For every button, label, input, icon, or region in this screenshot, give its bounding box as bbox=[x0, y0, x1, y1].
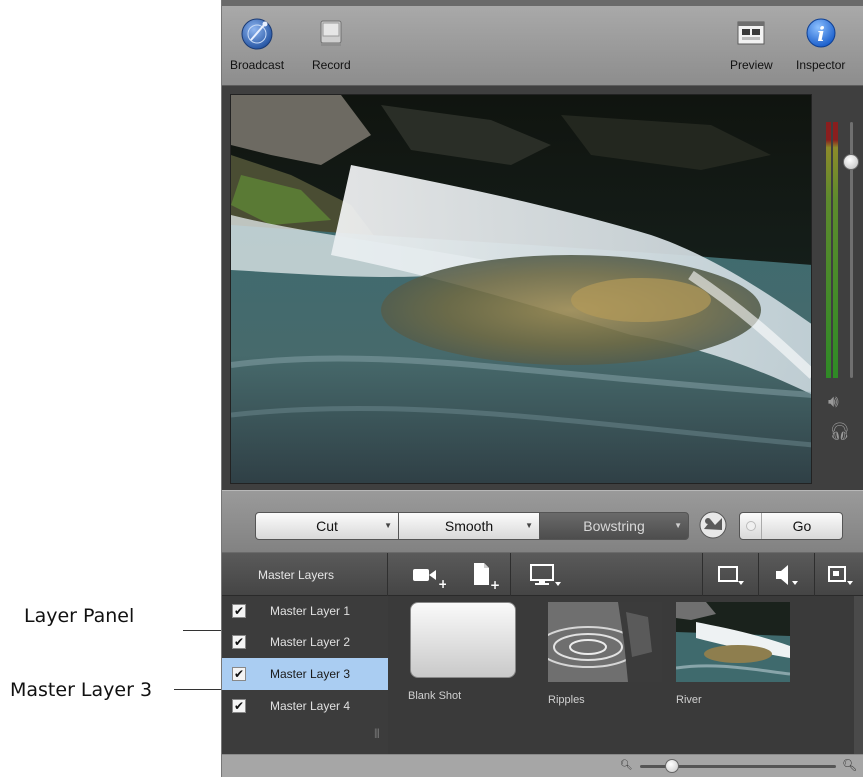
record-label: Record bbox=[312, 58, 351, 72]
zoom-in-icon[interactable]: 🔍︎ bbox=[842, 758, 857, 772]
app-window: Broadcast Record Preview i Inspector 🔊︎ … bbox=[221, 0, 863, 777]
layer-audio-icon[interactable] bbox=[758, 553, 814, 596]
shot-river[interactable]: River bbox=[676, 602, 790, 706]
transition-bowstring[interactable]: Bowstring ▼ bbox=[539, 512, 689, 540]
ripples-thumbnail bbox=[548, 602, 662, 682]
shot-ripples[interactable]: Ripples bbox=[548, 602, 662, 706]
layer-4-checkbox[interactable]: ✔ bbox=[232, 699, 246, 713]
layer-3-checkbox[interactable]: ✔ bbox=[232, 667, 246, 681]
layer-2-checkbox[interactable]: ✔ bbox=[232, 635, 246, 649]
chevron-down-icon: ▼ bbox=[674, 521, 682, 530]
layer-row-2[interactable]: ✔ Master Layer 2 bbox=[222, 627, 388, 657]
svg-text:i: i bbox=[817, 22, 825, 46]
layer-2-label: Master Layer 2 bbox=[270, 635, 351, 649]
shot-blank-label: Blank Shot bbox=[408, 690, 462, 702]
broadcast-button[interactable]: Broadcast bbox=[230, 12, 284, 72]
preview-area: 🔊︎ 🎧︎ bbox=[222, 86, 863, 490]
zoom-out-icon[interactable]: 🔍︎ bbox=[620, 760, 633, 771]
layer-panel: ✔ Master Layer 1 ✔ Master Layer 2 ✔ Mast… bbox=[222, 596, 388, 754]
transition-effects-icon[interactable] bbox=[698, 510, 728, 540]
svg-text:+: + bbox=[438, 577, 446, 589]
info-icon: i bbox=[803, 12, 839, 54]
broadcast-label: Broadcast bbox=[230, 58, 285, 72]
callout-layer-panel: Layer Panel bbox=[24, 605, 135, 627]
shots-scrollbar[interactable] bbox=[854, 596, 863, 754]
master-layers-label: Master Layers bbox=[258, 567, 335, 582]
shot-river-label: River bbox=[676, 694, 702, 706]
main-toolbar: Broadcast Record Preview i Inspector bbox=[222, 0, 863, 86]
master-layers-header[interactable]: Master Layers bbox=[222, 553, 388, 596]
shots-panel: Blank Shot Ripples River bbox=[388, 596, 863, 754]
river-thumbnail bbox=[676, 602, 790, 682]
layer-3-label: Master Layer 3 bbox=[270, 667, 351, 681]
callout-master-layer-3: Master Layer 3 bbox=[10, 679, 153, 701]
video-preview bbox=[230, 94, 812, 484]
preview-monitor-icon bbox=[733, 12, 769, 54]
preview-label: Preview bbox=[730, 58, 773, 72]
transition-bar: Cut ▼ Smooth ▼ Bowstring ▼ Go bbox=[222, 490, 863, 552]
add-file-source-icon[interactable]: + bbox=[458, 553, 510, 596]
layer-4-label: Master Layer 4 bbox=[270, 699, 351, 713]
transition-bowstring-label: Bowstring bbox=[583, 518, 645, 534]
zoom-slider-knob[interactable] bbox=[665, 759, 679, 773]
go-button[interactable]: Go bbox=[739, 512, 843, 540]
record-button[interactable]: Record bbox=[312, 12, 351, 72]
speaker-icon[interactable]: 🔊︎ bbox=[828, 392, 839, 412]
transition-smooth[interactable]: Smooth ▼ bbox=[398, 512, 540, 540]
audio-level-meter bbox=[826, 122, 840, 378]
transition-smooth-label: Smooth bbox=[444, 518, 494, 534]
volume-slider-knob[interactable] bbox=[843, 154, 859, 170]
shot-ripples-label: Ripples bbox=[548, 694, 585, 706]
go-label: Go bbox=[792, 518, 812, 534]
chevron-down-icon: ▼ bbox=[525, 521, 533, 530]
documentation-figure: Layer Panel Master Layer 3 Broadcast Rec… bbox=[0, 0, 863, 777]
inspector-button[interactable]: i Inspector bbox=[796, 12, 845, 72]
layer-1-label: Master Layer 1 bbox=[270, 604, 351, 618]
transition-cut[interactable]: Cut ▼ bbox=[255, 512, 399, 540]
headphones-icon[interactable]: 🎧︎ bbox=[829, 422, 851, 442]
add-screen-capture-icon[interactable] bbox=[510, 553, 578, 596]
resize-grip-icon[interactable]: ||| bbox=[374, 728, 380, 739]
bottom-bar: 🔍︎ 🔍︎ bbox=[222, 754, 863, 777]
layer-row-4[interactable]: ✔ Master Layer 4 bbox=[222, 691, 388, 721]
auto-indicator-icon bbox=[740, 513, 762, 539]
layer-row-3[interactable]: ✔ Master Layer 3 bbox=[222, 658, 388, 690]
chevron-down-icon: ▼ bbox=[384, 521, 392, 530]
hard-drive-icon bbox=[313, 12, 349, 54]
inspector-label: Inspector bbox=[796, 58, 846, 72]
layer-row-1[interactable]: ✔ Master Layer 1 bbox=[222, 596, 388, 626]
layer-bounds-icon[interactable] bbox=[702, 553, 758, 596]
preview-button[interactable]: Preview bbox=[730, 12, 773, 72]
layer-1-checkbox[interactable]: ✔ bbox=[232, 604, 246, 618]
transition-cut-label: Cut bbox=[316, 518, 338, 534]
layer-window-icon[interactable] bbox=[814, 553, 863, 596]
satellite-dish-icon bbox=[239, 12, 275, 54]
svg-text:+: + bbox=[490, 578, 500, 590]
add-camera-source-icon[interactable]: + bbox=[398, 553, 458, 596]
shot-blank[interactable]: Blank Shot bbox=[408, 602, 516, 702]
layer-toolbar: Master Layers + + bbox=[222, 552, 863, 596]
blank-shot-thumbnail bbox=[410, 602, 516, 678]
